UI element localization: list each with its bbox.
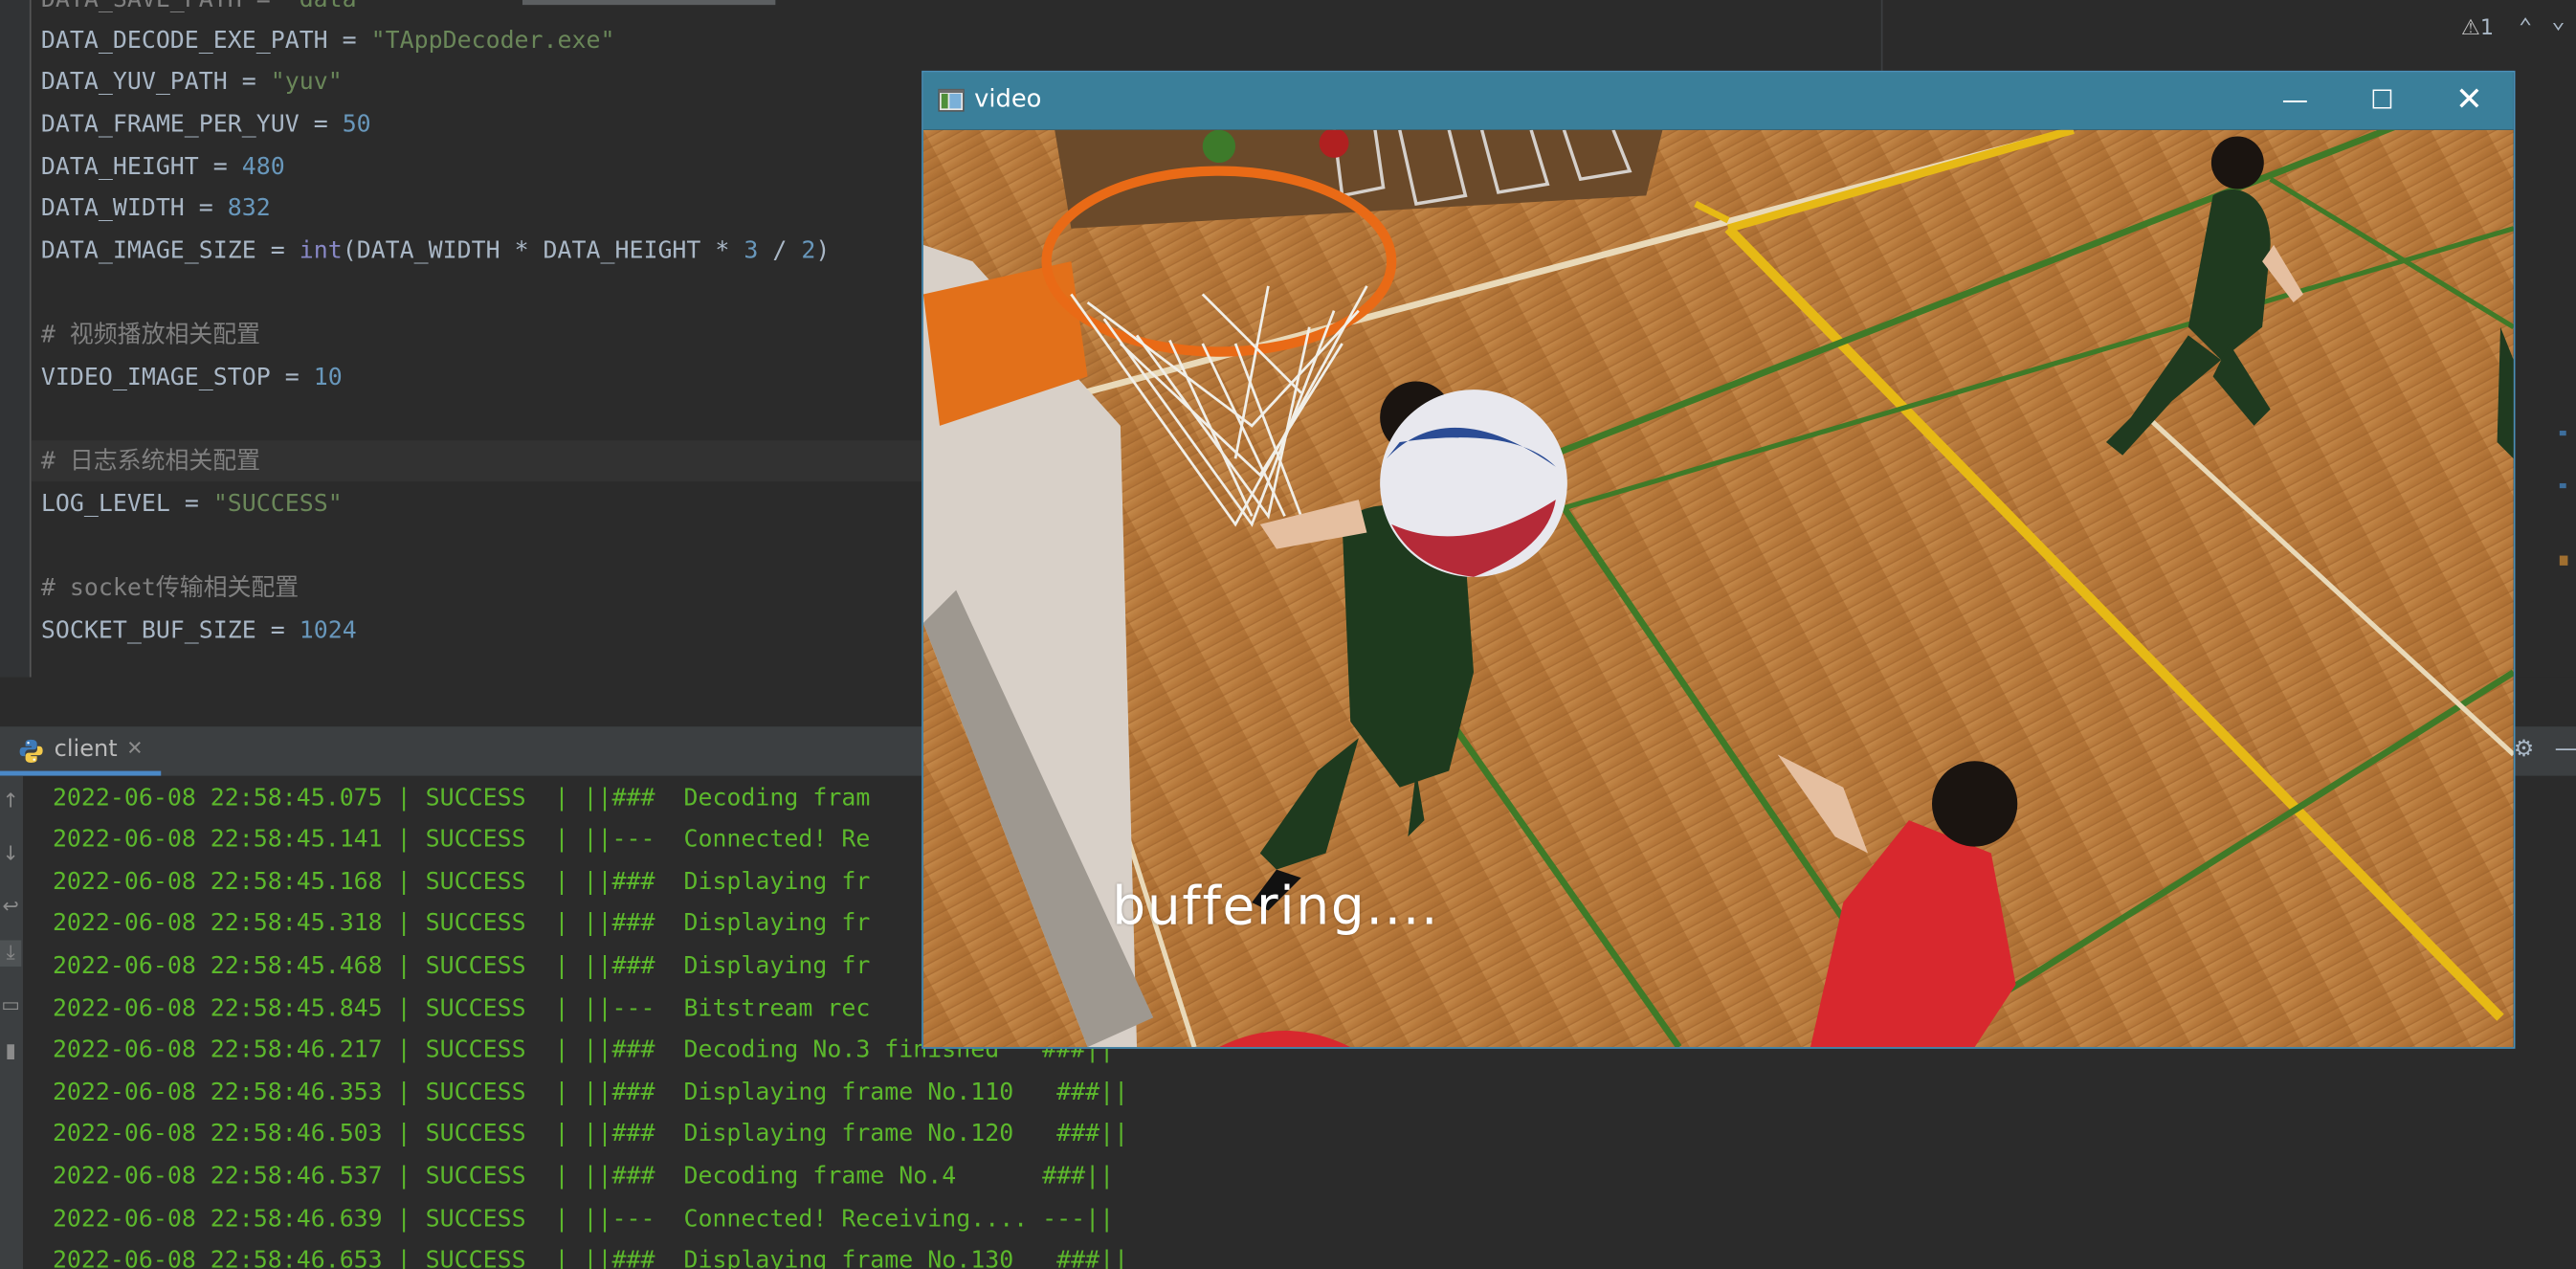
close-icon[interactable]: ✕ [126,736,143,759]
warning-indicator[interactable]: ⚠1 [2461,16,2494,41]
comment-video: # 视频播放相关配置 [40,322,261,349]
chevron-down-icon[interactable]: ⌄ [2551,9,2565,34]
code-line: DATA_YUV_PATH = "yuv" [40,69,343,96]
maximize-icon: ☐ [2370,83,2394,116]
log-line: 2022-06-08 22:58:45.845 | SUCCESS | ||--… [52,995,871,1023]
arrow-up-icon[interactable]: ↑ [0,789,21,814]
comment-log: # 日志系统相关配置 [40,448,261,476]
editor-gutter [0,0,32,678]
arrow-down-icon[interactable]: ↓ [0,841,21,867]
minimize-button[interactable]: — [2251,73,2340,130]
console-toolbar: ↑ ↓ ↩ ⤓ ▭ ▮ [0,775,24,1269]
close-button[interactable]: ✕ [2425,73,2514,130]
code-line-video-stop: VIDEO_IMAGE_STOP = 10 [40,365,343,391]
video-titlebar[interactable]: video — ☐ ✕ [922,72,2514,130]
soft-wrap-icon[interactable]: ↩ [0,894,21,920]
code-line: DATA_FRAME_PER_YUV = 50 [40,111,371,139]
minimize-icon[interactable]: — [2555,736,2576,762]
log-line: 2022-06-08 22:58:46.537 | SUCCESS | ||##… [52,1164,1115,1191]
scroll-marker [2559,482,2566,489]
scroll-to-end-icon[interactable]: ⤓ [0,940,22,967]
log-line: 2022-06-08 22:58:46.653 | SUCCESS | ||##… [52,1247,1129,1269]
minimize-icon: — [2281,83,2309,116]
scroll-marker [2559,431,2566,436]
code-line-image-size: DATA_IMAGE_SIZE = int(DATA_WIDTH * DATA_… [40,238,831,265]
warning-icon: ⚠ [2460,16,2480,41]
window-title: video [974,83,1042,114]
tab-label: client [54,736,118,763]
chevron-up-icon[interactable]: ⌃ [2519,14,2532,40]
maximize-button[interactable]: ☐ [2338,73,2427,130]
code-line-log-level: LOG_LEVEL = "SUCCESS" [40,491,343,519]
code-line-cut: DATA_SAVE_PATH = "data" [40,0,371,13]
log-line: 2022-06-08 22:58:45.468 | SUCCESS | ||##… [52,953,871,980]
log-line: 2022-06-08 22:58:46.353 | SUCCESS | ||##… [52,1080,1129,1106]
code-line-socket-buf: SOCKET_BUF_SIZE = 1024 [40,617,357,645]
log-line: 2022-06-08 22:58:46.503 | SUCCESS | ||##… [52,1121,1129,1147]
window-app-icon [938,88,965,112]
buffering-overlay: buffering.... [1112,874,1440,938]
gear-icon[interactable]: ⚙ [2514,736,2535,762]
python-icon [19,739,43,763]
print-icon[interactable]: ▭ [0,992,21,1018]
trash-icon[interactable]: ▮ [0,1039,21,1065]
log-line: 2022-06-08 22:58:45.141 | SUCCESS | ||--… [52,826,871,854]
log-line: 2022-06-08 22:58:45.075 | SUCCESS | ||##… [52,786,871,813]
comment-socket: # socket传输相关配置 [40,575,300,602]
log-line: 2022-06-08 22:58:45.168 | SUCCESS | ||##… [52,869,871,897]
scroll-marker-warning [2559,555,2568,566]
code-line: DATA_HEIGHT = 480 [40,154,285,181]
log-line: 2022-06-08 22:58:46.639 | SUCCESS | ||--… [52,1206,1115,1234]
editor-scroll-thumb[interactable] [522,0,776,6]
tab-client[interactable]: client ✕ [0,726,162,776]
log-line: 2022-06-08 22:58:45.318 | SUCCESS | ||##… [52,910,871,938]
video-frame: buffering.... [922,129,2514,1048]
code-line: DATA_DECODE_EXE_PATH = "TAppDecoder.exe" [40,28,615,55]
close-icon: ✕ [2455,78,2483,119]
video-window[interactable]: video — ☐ ✕ buffering.... [922,70,2516,1049]
code-line: DATA_WIDTH = 832 [40,195,271,222]
